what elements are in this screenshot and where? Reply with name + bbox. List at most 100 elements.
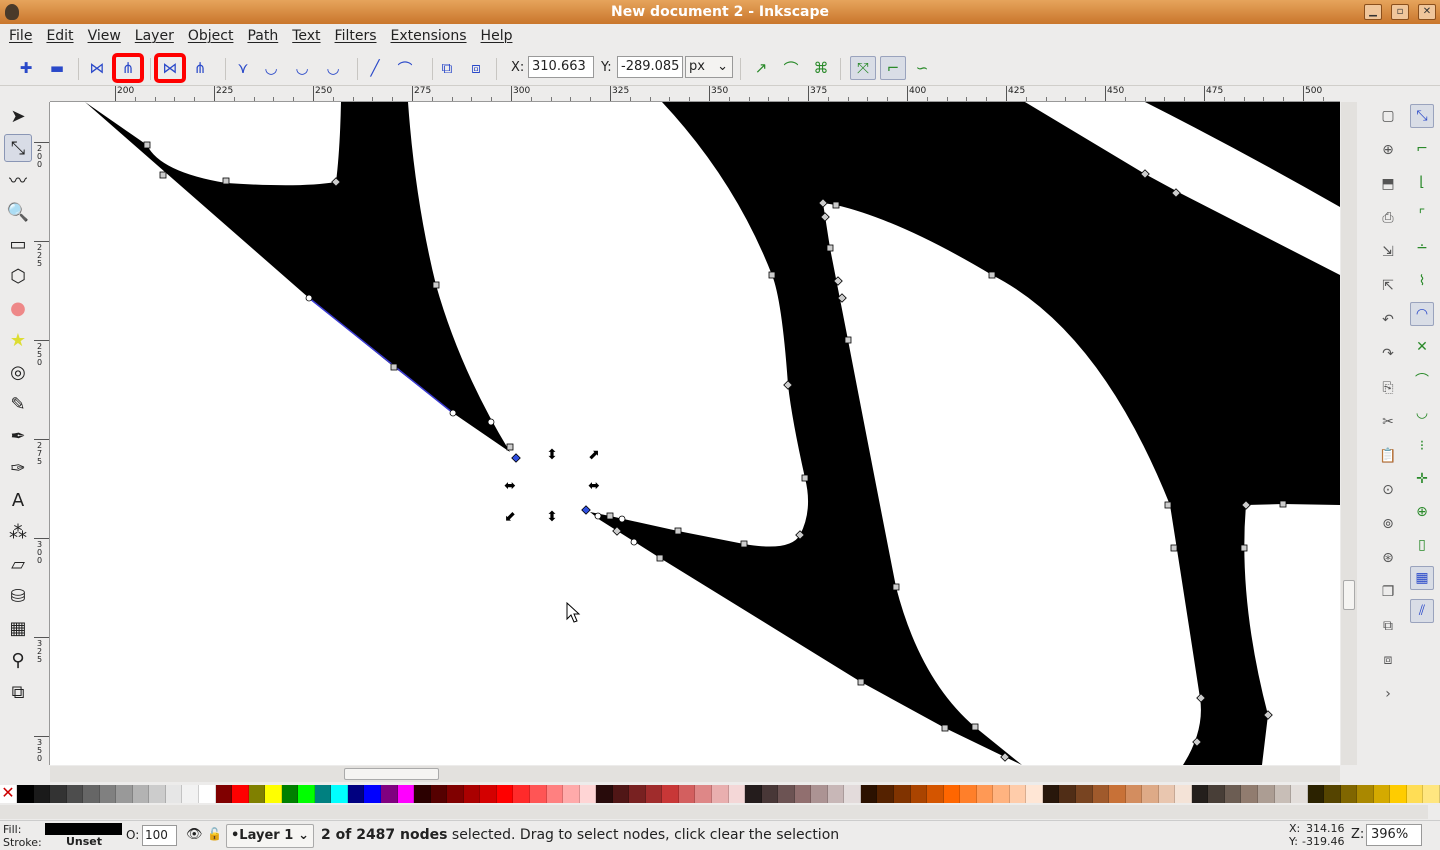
make-line-button[interactable]: ╱ [362, 56, 388, 80]
color-swatch[interactable] [1208, 785, 1225, 803]
path-node[interactable] [674, 527, 682, 535]
color-swatch[interactable] [1026, 785, 1043, 803]
snap-bbox-midpoint-button[interactable]: ∸ [1410, 236, 1434, 260]
path-node[interactable] [581, 505, 591, 515]
color-swatch[interactable] [199, 785, 216, 803]
color-swatch[interactable] [1373, 785, 1391, 803]
color-swatch[interactable] [662, 785, 679, 803]
menu-view[interactable]: View [81, 24, 128, 48]
snap-smooth-button[interactable]: ◡ [1410, 401, 1434, 425]
cut-button[interactable]: ✂ [1376, 410, 1400, 434]
snap-bbox-edge-button[interactable]: ⌊ [1410, 170, 1434, 194]
path-node[interactable] [832, 201, 840, 209]
color-swatch[interactable] [745, 785, 762, 803]
path-node[interactable] [1170, 544, 1178, 552]
color-swatch[interactable] [794, 785, 812, 803]
snap-rotation-center-button[interactable]: ⊕ [1410, 500, 1434, 524]
save-button[interactable]: ⬒ [1376, 172, 1400, 196]
duplicate-button[interactable]: ❐ [1376, 580, 1400, 604]
black-shape-main[interactable] [590, 102, 1340, 765]
color-swatch[interactable] [232, 785, 249, 803]
snap-guide-button[interactable]: ⫽ [1410, 599, 1434, 623]
color-swatch[interactable] [397, 785, 415, 803]
menu-extensions[interactable]: Extensions [384, 24, 474, 48]
color-swatch[interactable] [1291, 785, 1308, 803]
tool-dropper[interactable]: ⚲ [4, 646, 32, 674]
path-node[interactable] [159, 171, 167, 179]
color-swatch[interactable] [960, 785, 977, 803]
color-swatch[interactable] [778, 785, 795, 803]
make-smooth-button[interactable]: ◡ [258, 56, 284, 80]
menu-edit[interactable]: Edit [39, 24, 80, 48]
new-button[interactable]: ▢ [1376, 104, 1400, 128]
path-node[interactable] [801, 474, 809, 482]
minimize-button[interactable]: ▁ [1364, 4, 1382, 20]
snap-midpoint-button[interactable]: ⁝ [1410, 434, 1434, 458]
color-swatch[interactable] [695, 785, 712, 803]
path-node[interactable] [432, 281, 440, 289]
color-swatch[interactable] [447, 785, 464, 803]
color-swatch[interactable] [579, 785, 597, 803]
more-button[interactable]: › [1376, 682, 1400, 706]
path-node[interactable] [892, 583, 900, 591]
snap-bbox-button[interactable]: ⌐ [1410, 137, 1434, 161]
node-handle[interactable] [594, 512, 602, 520]
horizontal-ruler[interactable]: 200 225 250 275 300 325 350 375 400 425 450 475 500 [50, 86, 1340, 102]
color-swatch[interactable] [811, 785, 828, 803]
path-node[interactable] [971, 723, 979, 731]
color-swatch[interactable] [364, 785, 382, 803]
path-node[interactable] [857, 678, 865, 686]
color-swatch[interactable] [463, 785, 481, 803]
path-node[interactable] [844, 336, 852, 344]
tool-pencil[interactable]: ✎ [4, 390, 32, 418]
maximize-button[interactable]: ▫ [1391, 4, 1409, 20]
color-swatch[interactable] [66, 785, 84, 803]
path-node[interactable] [740, 540, 748, 548]
color-swatch[interactable] [215, 785, 233, 803]
snap-grid-button[interactable]: ▦ [1410, 566, 1434, 590]
color-swatch[interactable] [993, 785, 1010, 803]
vertical-ruler[interactable]: 200 225 250 275 300 325 350 [34, 102, 50, 765]
zoom-input[interactable]: 396% [1366, 824, 1422, 846]
color-swatch[interactable] [116, 785, 133, 803]
menu-text[interactable]: Text [285, 24, 327, 48]
break-path-button[interactable]: ⋔ [112, 53, 144, 83]
color-swatch[interactable] [927, 785, 944, 803]
path-node[interactable] [1164, 501, 1172, 509]
color-swatch[interactable] [347, 785, 365, 803]
color-swatch[interactable] [827, 785, 845, 803]
clone-button[interactable]: ⧉ [1376, 614, 1400, 638]
scale-arrow-icon[interactable]: ⬋ [504, 509, 516, 525]
import-button[interactable]: ⇲ [1376, 240, 1400, 264]
path-node[interactable] [1279, 500, 1287, 508]
color-swatch[interactable] [1274, 785, 1292, 803]
menu-layer[interactable]: Layer [128, 24, 181, 48]
color-swatch[interactable] [1390, 785, 1407, 803]
scale-arrow-icon[interactable]: ⬈ [588, 447, 600, 463]
color-swatch[interactable] [612, 785, 630, 803]
path-node[interactable] [656, 554, 664, 562]
delete-node-button[interactable]: ▬ [44, 56, 70, 80]
path-node[interactable] [143, 141, 151, 149]
layer-lock-icon[interactable]: 🔓 [207, 827, 222, 841]
color-swatch[interactable] [132, 785, 150, 803]
tool-ellipse[interactable]: ● [4, 294, 32, 322]
tool-connector[interactable]: ⧉ [4, 678, 32, 706]
color-swatch[interactable] [265, 785, 282, 803]
color-swatch[interactable] [1142, 785, 1159, 803]
snap-toggle-button[interactable]: ⤡ [1410, 104, 1434, 128]
fill-swatch[interactable] [45, 823, 122, 835]
opacity-input[interactable]: 100 [142, 825, 177, 846]
color-swatch[interactable] [910, 785, 928, 803]
color-swatch[interactable] [50, 785, 67, 803]
color-swatch[interactable] [496, 785, 514, 803]
menu-file[interactable]: File [2, 24, 39, 48]
color-swatch[interactable] [1340, 785, 1358, 803]
path-node[interactable] [1240, 544, 1248, 552]
tool-selector[interactable]: ➤ [4, 102, 32, 130]
color-swatch[interactable] [430, 785, 448, 803]
redo-button[interactable]: ↷ [1376, 342, 1400, 366]
paste-button[interactable]: 📋 [1376, 444, 1400, 468]
menu-path[interactable]: Path [240, 24, 285, 48]
layer-visibility-eye-icon[interactable]: 👁 [186, 827, 203, 842]
